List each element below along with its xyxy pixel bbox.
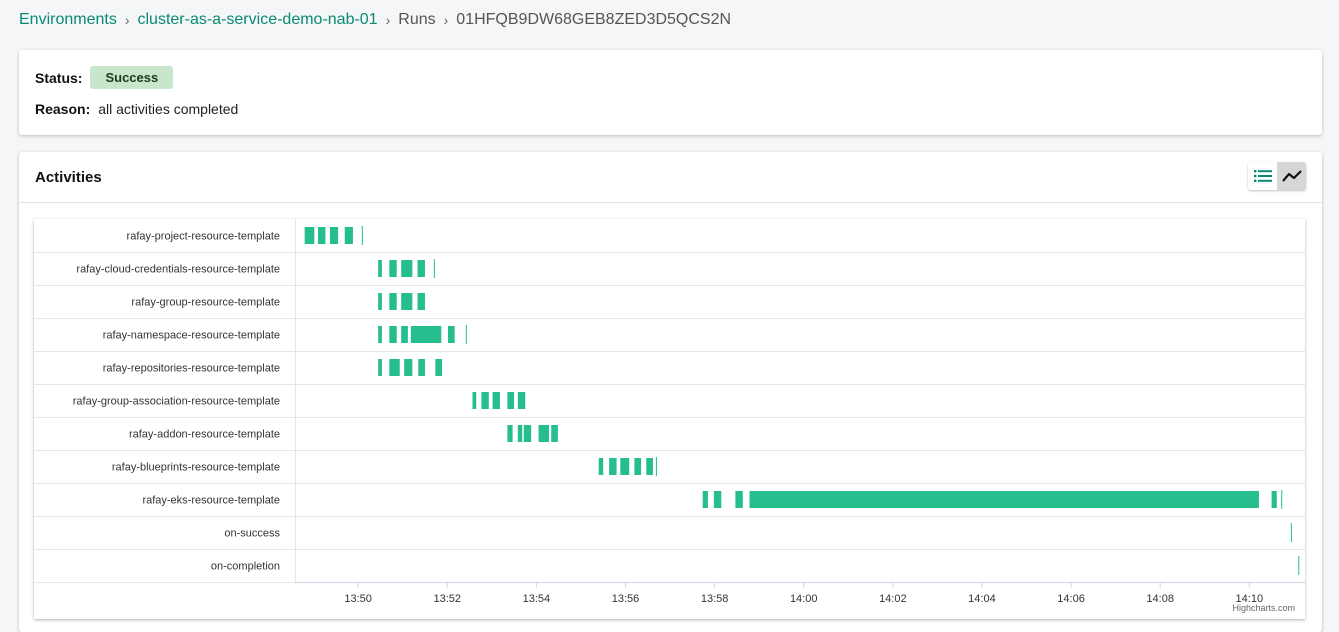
- timeline-icon: [1281, 170, 1302, 182]
- task-bar: [433, 259, 435, 278]
- task-bar: [401, 293, 413, 310]
- x-tick-label: 13:52: [433, 593, 461, 605]
- status-row: Status: Success: [35, 66, 174, 89]
- breadcrumb-environment-link[interactable]: cluster-as-a-service-demo-nab-01: [138, 11, 378, 29]
- category-label: rafay-group-association-resource-templat…: [73, 396, 280, 408]
- task-bar: [465, 325, 467, 344]
- task-bar: [517, 425, 523, 442]
- chart-credit[interactable]: Highcharts.com: [1232, 603, 1295, 613]
- task-bar: [344, 227, 353, 244]
- category-label: rafay-blueprints-resource-template: [112, 462, 280, 474]
- timeline-view-button[interactable]: [1277, 162, 1306, 190]
- gantt-svg: rafay-project-resource-template rafay-clo…: [34, 219, 1305, 605]
- view-toggle: [1248, 162, 1306, 190]
- activities-title: Activities: [35, 169, 102, 186]
- task-bar: [447, 326, 455, 343]
- task-bar: [417, 293, 425, 310]
- activities-card: Activities rafay-project-resource-templa…: [19, 152, 1322, 632]
- breadcrumb: Environments › cluster-as-a-service-demo…: [19, 11, 731, 29]
- chevron-right-icon: ›: [443, 12, 449, 28]
- task-bar: [389, 260, 397, 277]
- x-tick-label: 14:04: [968, 593, 996, 605]
- activities-divider: [19, 202, 1322, 203]
- task-bar: [749, 491, 1259, 508]
- task-bar: [1271, 491, 1277, 508]
- task-bar: [472, 392, 477, 409]
- breadcrumb-runs: Runs: [398, 11, 436, 28]
- category-label: on-success: [224, 528, 280, 540]
- category-label: rafay-addon-resource-template: [129, 429, 280, 441]
- task-bar: [418, 359, 425, 376]
- task-bar: [378, 260, 382, 277]
- task-bar: [620, 458, 630, 475]
- category-label: on-completion: [211, 561, 280, 573]
- reason-label: Reason:: [35, 101, 91, 117]
- task-bar: [378, 326, 382, 343]
- x-tick-label: 14:06: [1057, 593, 1085, 605]
- list-view-button[interactable]: [1248, 162, 1277, 190]
- task-bar: [318, 227, 326, 244]
- task-bar: [702, 491, 708, 508]
- x-tick-label: 13:56: [612, 593, 640, 605]
- task-bar: [1290, 523, 1292, 542]
- task-bar: [598, 458, 604, 475]
- task-bar: [735, 491, 743, 508]
- breadcrumb-environments-link[interactable]: Environments: [19, 11, 117, 29]
- category-label: rafay-group-resource-template: [131, 297, 280, 309]
- task-bar: [609, 458, 617, 475]
- reason-value: all activities completed: [98, 101, 239, 117]
- status-label: Status:: [35, 69, 83, 86]
- task-bar: [1298, 556, 1300, 575]
- task-bar: [655, 457, 657, 476]
- task-bar: [378, 293, 382, 310]
- x-tick-label: 14:00: [790, 593, 818, 605]
- task-bar: [523, 425, 532, 442]
- task-bar: [481, 392, 489, 409]
- chevron-right-icon: ›: [385, 12, 391, 28]
- task-bar: [551, 425, 558, 442]
- category-label: rafay-namespace-resource-template: [103, 330, 280, 342]
- x-tick-label: 13:58: [701, 593, 729, 605]
- x-tick-label: 13:54: [523, 593, 551, 605]
- task-bar: [389, 293, 397, 310]
- task-bar: [1281, 490, 1283, 509]
- x-tick-label: 13:50: [344, 593, 372, 605]
- task-bar: [507, 392, 515, 409]
- list-icon: [1253, 170, 1272, 182]
- task-bar: [329, 227, 339, 244]
- task-bar: [646, 458, 653, 475]
- activities-gantt-chart: rafay-project-resource-template rafay-clo…: [34, 219, 1305, 619]
- task-bar: [634, 458, 642, 475]
- category-label: rafay-project-resource-template: [127, 231, 280, 243]
- task-bar: [417, 260, 425, 277]
- x-tick-label: 14:08: [1146, 593, 1174, 605]
- category-label: rafay-eks-resource-template: [142, 495, 280, 507]
- task-bar: [378, 359, 382, 376]
- task-bar: [404, 359, 413, 376]
- task-bar: [435, 359, 443, 376]
- task-bar: [507, 425, 513, 442]
- task-bar: [304, 227, 315, 244]
- task-bar: [401, 260, 413, 277]
- task-bar: [713, 491, 722, 508]
- task-bar: [389, 359, 400, 376]
- reason-row: Reason: all activities completed: [35, 101, 238, 117]
- task-bar: [410, 326, 442, 343]
- task-bar: [517, 392, 526, 409]
- task-bar: [361, 226, 363, 245]
- task-bar: [538, 425, 549, 442]
- category-label: rafay-repositories-resource-template: [103, 363, 280, 375]
- chevron-right-icon: ›: [124, 12, 130, 28]
- status-badge: Success: [90, 66, 174, 89]
- breadcrumb-run-id: 01HFQB9DW68GEB8ZED3D5QCS2N: [456, 11, 732, 28]
- task-bar: [401, 326, 408, 343]
- task-bar: [492, 392, 500, 409]
- status-card: Status: Success Reason: all activities c…: [19, 50, 1322, 135]
- task-bar: [389, 326, 397, 343]
- x-tick-label: 14:02: [879, 593, 907, 605]
- category-label: rafay-cloud-credentials-resource-templat…: [76, 264, 280, 276]
